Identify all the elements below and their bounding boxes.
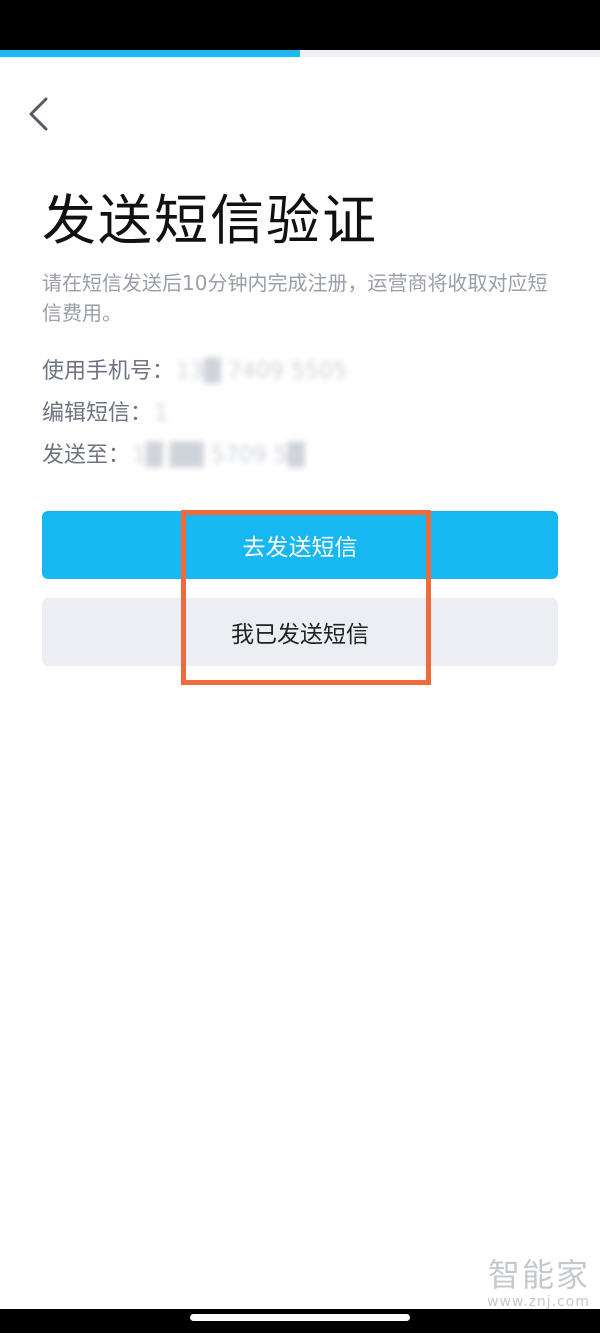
phone-number-label: 使用手机号： bbox=[42, 359, 175, 384]
registration-progress-track bbox=[0, 50, 600, 57]
sms-sent-button[interactable]: 我已发送短信 bbox=[42, 598, 558, 666]
send-to-value: 1█ ██ 5709 5█ bbox=[132, 443, 305, 468]
sms-content-value: 1 bbox=[154, 401, 169, 426]
watermark: 智能家 www.znj.com bbox=[487, 1256, 590, 1310]
send-sms-button[interactable]: 去发送短信 bbox=[42, 511, 558, 579]
sms-content-label: 编辑短信： bbox=[42, 401, 153, 426]
home-indicator[interactable] bbox=[190, 1314, 410, 1321]
bottom-bar bbox=[0, 1309, 600, 1333]
send-to-row: 发送至：1█ ██ 5709 5█ bbox=[42, 440, 305, 472]
watermark-logo-text: 智能家 bbox=[487, 1256, 590, 1294]
page-description: 请在短信发送后10分钟内完成注册，运营商将收取对应短信费用。 bbox=[42, 271, 548, 325]
page-title: 发送短信验证 bbox=[42, 189, 378, 252]
status-bar bbox=[0, 0, 600, 50]
back-button[interactable] bbox=[18, 92, 58, 136]
sms-verification-screen: 发送短信验证 请在短信发送后10分钟内完成注册，运营商将收取对应短信费用。 使用… bbox=[0, 0, 600, 1333]
phone-number-row: 使用手机号：13█ 7409 5505 bbox=[42, 356, 347, 388]
watermark-url: www.znj.com bbox=[487, 1294, 590, 1310]
chevron-left-icon bbox=[29, 97, 48, 131]
phone-number-value: 13█ 7409 5505 bbox=[176, 359, 347, 384]
sms-content-row: 编辑短信：1 bbox=[42, 398, 168, 430]
registration-progress-fill bbox=[0, 50, 300, 57]
send-to-label: 发送至： bbox=[42, 443, 131, 468]
